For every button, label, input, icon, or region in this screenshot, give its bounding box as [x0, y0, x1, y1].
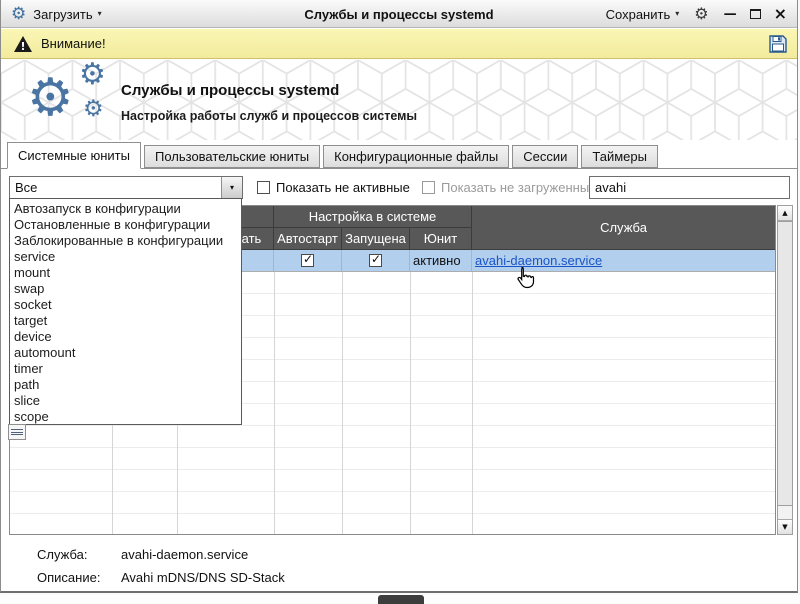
load-button[interactable]: Загрузить ▾ [33, 7, 101, 22]
resize-grip[interactable] [378, 595, 424, 604]
dropdown-item[interactable]: slice [10, 393, 241, 409]
show-inactive-checkbox[interactable]: Показать не активные [257, 180, 410, 195]
show-unloaded-label: Показать не загруженные [441, 180, 596, 195]
dropdown-item[interactable]: swap [10, 281, 241, 297]
dropdown-item[interactable]: automount [10, 345, 241, 361]
page-title: Службы и процессы systemd [121, 82, 339, 99]
tab-system-units[interactable]: Системные юниты [7, 142, 141, 169]
show-inactive-label: Показать не активные [276, 180, 410, 195]
maximize-button[interactable] [750, 9, 761, 19]
app-gear-icon: ⚙ [11, 6, 26, 23]
titlebar-right-group: Сохранить ▾ ⚙ — × [606, 0, 787, 28]
tab-timers[interactable]: Таймеры [581, 145, 658, 168]
dropdown-item[interactable]: socket [10, 297, 241, 313]
minimize-button[interactable]: — [724, 8, 737, 21]
window-controls: — × [724, 6, 787, 22]
save-file-icon[interactable] [768, 34, 788, 54]
load-button-label: Загрузить [33, 7, 92, 22]
table-gridline [410, 272, 411, 534]
table-header-autostart: Автостарт [274, 228, 342, 250]
checkbox-box[interactable] [257, 181, 270, 194]
tab-sessions[interactable]: Сессии [512, 145, 578, 168]
dropdown-item[interactable]: target [10, 313, 241, 329]
detail-description-label: Описание: [37, 570, 100, 585]
list-icon[interactable] [8, 424, 26, 440]
warning-icon: ! [13, 35, 33, 53]
app-logo: ⚙ ⚙ ⚙ [27, 64, 127, 140]
checkbox-box[interactable] [422, 181, 435, 194]
detail-service-label: Служба: [37, 547, 87, 562]
chevron-down-icon: ▾ [98, 10, 102, 18]
combobox-value: Все [10, 180, 221, 195]
table-gridline [274, 272, 275, 534]
warning-text: Внимание! [41, 36, 106, 51]
service-link[interactable]: avahi-daemon.service [475, 253, 602, 268]
table-row-cell-autostart: ✓ [274, 250, 342, 272]
show-unloaded-checkbox[interactable]: Показать не загруженные [422, 180, 596, 195]
warning-bar: ! Внимание! [1, 29, 797, 59]
svg-text:!: ! [20, 40, 25, 53]
check-icon: ✓ [371, 253, 381, 265]
tab-user-units[interactable]: Пользовательские юниты [144, 145, 320, 168]
app-window: ⚙ Загрузить ▾ Службы и процессы systemd … [0, 0, 798, 593]
running-checkbox[interactable]: ✓ [369, 254, 382, 267]
check-icon: ✓ [303, 253, 313, 265]
gear-large-icon: ⚙ [27, 72, 74, 124]
dropdown-item[interactable]: path [10, 377, 241, 393]
unit-status: активно [410, 250, 472, 272]
filter-combobox[interactable]: Все ▾ [9, 176, 243, 199]
detail-service-value: avahi-daemon.service [121, 547, 248, 562]
vertical-scrollbar[interactable]: ▲ ▼ [777, 205, 793, 535]
hand-cursor [513, 266, 535, 290]
detail-description-value: Avahi mDNS/DNS SD-Stack [121, 570, 285, 585]
combobox-dropdown-button[interactable]: ▾ [221, 177, 242, 198]
dropdown-item[interactable]: Остановленные в конфигурации [10, 217, 241, 233]
filter-dropdown-list: Автозапуск в конфигурации Остановленные … [9, 198, 242, 425]
tab-config-files[interactable]: Конфигурационные файлы [323, 145, 509, 168]
table-gridline [342, 272, 343, 534]
dropdown-item[interactable]: device [10, 329, 241, 345]
dropdown-item[interactable]: mount [10, 265, 241, 281]
close-button[interactable]: × [774, 6, 787, 22]
dropdown-item[interactable]: scope [10, 409, 241, 425]
dropdown-item[interactable]: timer [10, 361, 241, 377]
dropdown-item[interactable]: Заблокированные в конфигурации [10, 233, 241, 249]
autostart-checkbox[interactable]: ✓ [301, 254, 314, 267]
chevron-down-icon: ▾ [675, 10, 679, 18]
table-header-unit: Юнит [410, 228, 472, 250]
page-subtitle: Настройка работы служб и процессов систе… [121, 109, 417, 123]
save-button[interactable]: Сохранить ▾ [606, 7, 680, 22]
table-header-service: Служба [472, 206, 775, 250]
dropdown-item[interactable]: Автозапуск в конфигурации [10, 201, 241, 217]
scroll-down-button[interactable]: ▼ [778, 519, 792, 534]
search-input[interactable]: avahi [589, 176, 790, 199]
table-group-header-system: Настройка в системе [274, 206, 472, 228]
save-button-label: Сохранить [606, 7, 671, 22]
title-bar: ⚙ Загрузить ▾ Службы и процессы systemd … [1, 0, 797, 28]
table-row-cell-running: ✓ [342, 250, 410, 272]
scrollbar-thumb[interactable] [778, 221, 792, 506]
tab-bar: Системные юниты Пользовательские юниты К… [7, 142, 661, 168]
app-header: ⚙ ⚙ ⚙ Службы и процессы systemd Настройк… [1, 60, 797, 140]
table-gridline [472, 272, 473, 534]
titlebar-left-group: ⚙ Загрузить ▾ [11, 0, 102, 28]
table-header-running: Запущена [342, 228, 410, 250]
scroll-up-button[interactable]: ▲ [778, 206, 792, 221]
gear-medium-icon: ⚙ [79, 60, 106, 90]
gear-small-icon: ⚙ [83, 98, 104, 121]
settings-gear-icon[interactable]: ⚙ [694, 6, 708, 22]
dropdown-item[interactable]: service [10, 249, 241, 265]
